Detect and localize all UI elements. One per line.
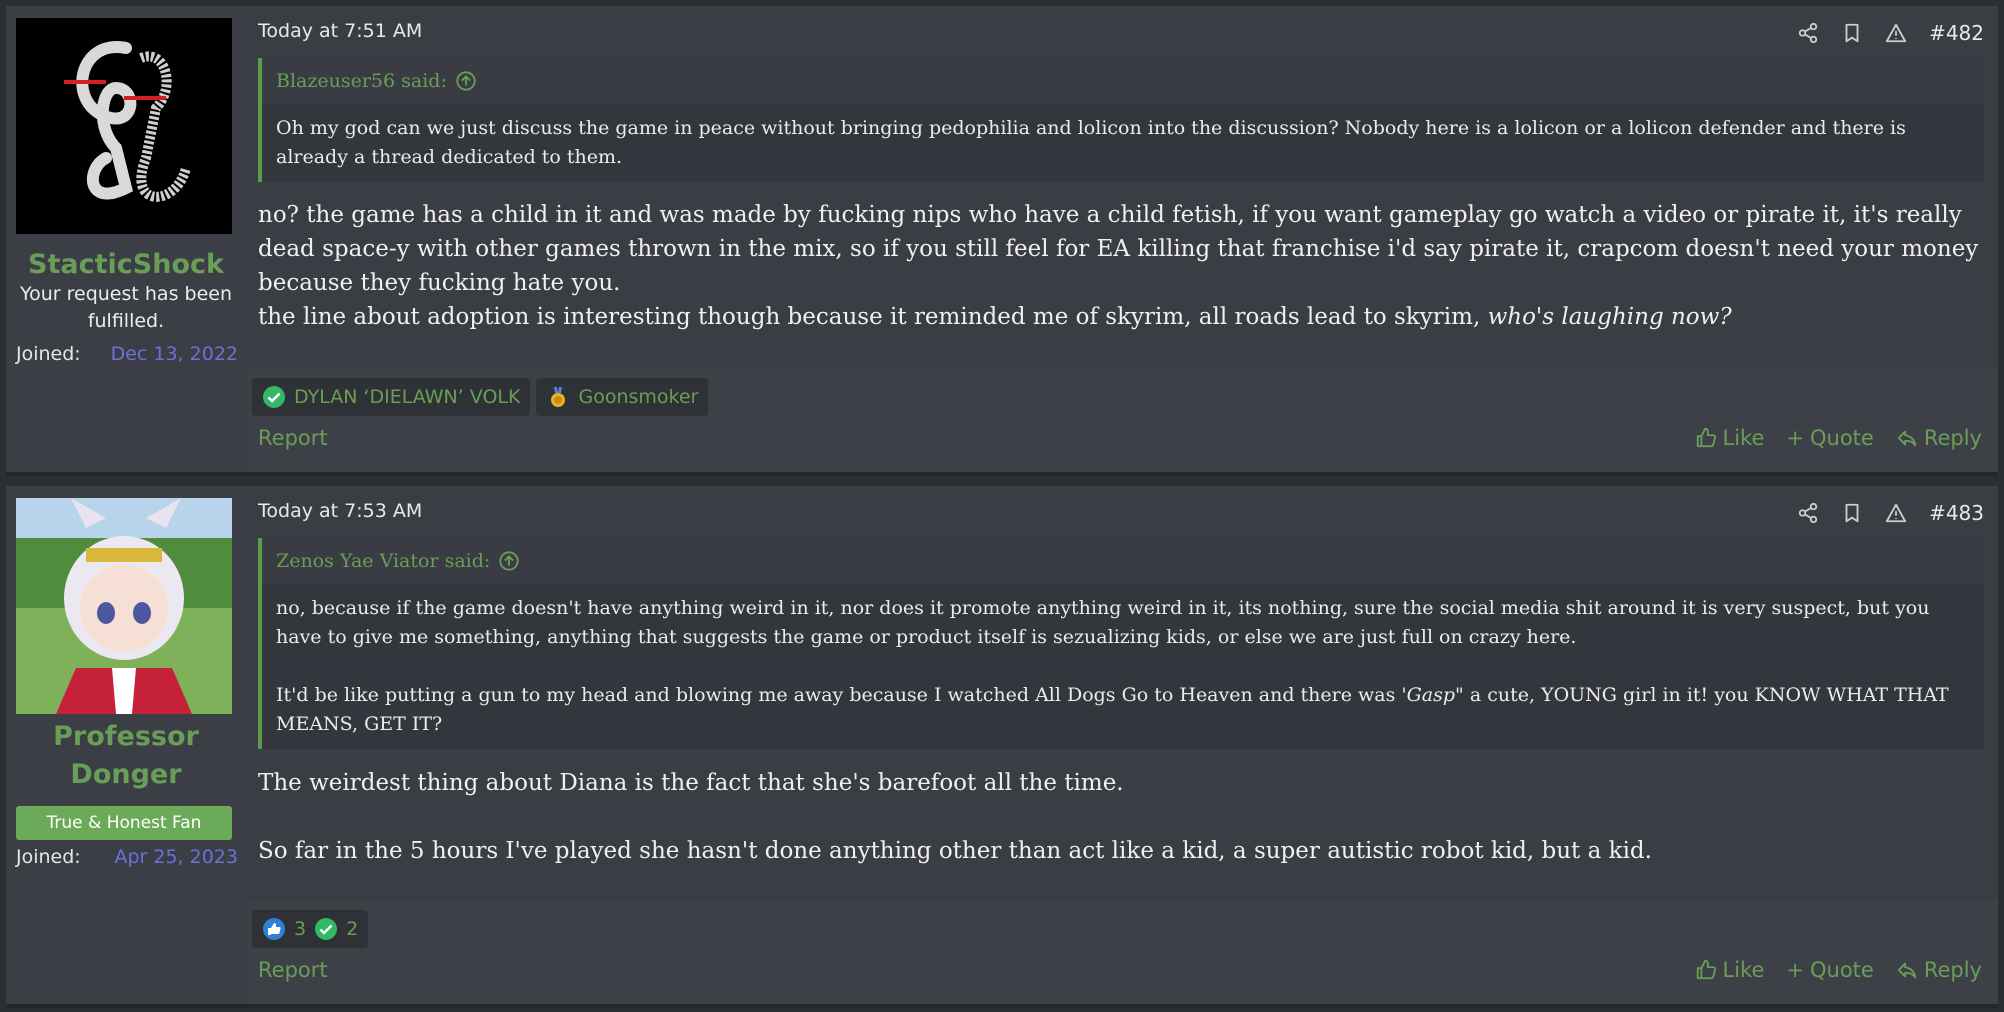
trophy-badge[interactable]: DYLAN ‘DIELAWN’ VOLK (252, 378, 531, 416)
user-banner: True & Honest Fan (16, 806, 232, 840)
joined-row: Joined: Apr 25, 2023 (16, 844, 238, 870)
like-button[interactable]: Like (1695, 958, 1765, 982)
avatar-image (16, 498, 232, 714)
report-warning-icon[interactable] (1885, 502, 1907, 524)
username[interactable]: StacticShock (6, 246, 246, 284)
trophy-list: DYLAN ‘DIELAWN’ VOLK Goonsmoker (252, 378, 709, 416)
trophy-label: Goonsmoker (578, 386, 699, 408)
jump-up-arrow-icon[interactable] (455, 70, 477, 92)
reaction-summary[interactable]: 3 2 (252, 910, 369, 948)
report-warning-icon[interactable] (1885, 22, 1907, 44)
message-paragraph: the line about adoption is interesting t… (258, 300, 1984, 334)
check-reaction-icon (315, 918, 338, 940)
reply-button[interactable]: Reply (1896, 958, 1982, 982)
reaction-count: 2 (346, 918, 359, 940)
quote-author: Zenos Yae Viator said: (276, 550, 491, 572)
message-body: no? the game has a child in it and was m… (258, 198, 1984, 334)
post-content: Today at 7:51 AM #482 Blazeuser56 said: … (246, 6, 1998, 472)
username-line: Professor (53, 721, 199, 752)
bookmark-icon[interactable] (1841, 22, 1863, 44)
message-text: the line about adoption is interesting t… (258, 304, 1481, 330)
thumbs-up-icon (1696, 959, 1716, 980)
quote-body: Oh my god can we just discuss the game i… (262, 104, 1984, 182)
post-meta-actions: #483 (1797, 496, 1984, 530)
post-483: Professor Donger True & Honest Fan Joine… (6, 486, 1998, 1008)
reply-label: Reply (1923, 426, 1982, 450)
post-content: Today at 7:53 AM #483 Zenos Yae Viator s… (246, 486, 1998, 1004)
post-timestamp[interactable]: Today at 7:51 AM (258, 20, 422, 42)
message-paragraph: no? the game has a child in it and was m… (258, 202, 1979, 296)
quote-block: Zenos Yae Viator said: no, because if th… (258, 538, 1984, 749)
bookmark-icon[interactable] (1841, 502, 1863, 524)
message-paragraph: So far in the 5 hours I've played she ha… (258, 838, 1652, 864)
post-meta-actions: #482 (1797, 16, 1984, 50)
username[interactable]: Professor Donger (6, 718, 246, 794)
reaction-count: 3 (294, 918, 307, 940)
quote-button[interactable]: + Quote (1786, 426, 1873, 450)
quote-button[interactable]: + Quote (1786, 958, 1873, 982)
thumbs-up-icon (1696, 427, 1716, 448)
avatar-image (16, 18, 232, 234)
post-number[interactable]: #483 (1929, 501, 1984, 525)
reaction-list: 3 2 (252, 910, 369, 948)
report-link[interactable]: Report (258, 958, 328, 982)
jump-up-arrow-icon[interactable] (498, 550, 520, 572)
trophy-label: DYLAN ‘DIELAWN’ VOLK (294, 386, 521, 408)
message-italic: who's laughing now? (1487, 304, 1732, 330)
quote-label: Quote (1809, 426, 1874, 450)
quote-label: Quote (1809, 958, 1874, 982)
user-title: Your request has been fulfilled. (20, 283, 232, 332)
quote-author: Blazeuser56 said: (276, 70, 447, 92)
avatar[interactable] (16, 498, 232, 714)
post-actions: Like + Quote Reply (1695, 426, 1982, 450)
quote-header[interactable]: Zenos Yae Viator said: (262, 538, 1984, 584)
joined-date: Dec 13, 2022 (110, 343, 238, 365)
post-footer: 3 2 Report Like + Quote Reply (246, 900, 1998, 1004)
trophy-badge[interactable]: Goonsmoker (536, 378, 709, 416)
post-482: StacticShock Your request has been fulfi… (6, 6, 1998, 476)
reply-button[interactable]: Reply (1896, 426, 1982, 450)
thumbs-up-reaction-icon (263, 918, 285, 940)
user-pane: StacticShock Your request has been fulfi… (6, 6, 246, 472)
username-line: Donger (70, 759, 182, 790)
quote-text: Oh my god can we just discuss the game i… (276, 117, 1906, 168)
post-number[interactable]: #482 (1929, 21, 1984, 45)
share-icon[interactable] (1797, 502, 1819, 524)
reply-arrow-icon (1897, 962, 1916, 979)
quote-text-part: It'd be like putting a gun to my head an… (276, 684, 1407, 706)
post-footer: DYLAN ‘DIELAWN’ VOLK Goonsmoker Report L… (246, 368, 1998, 472)
reply-label: Reply (1923, 958, 1982, 982)
joined-date: Apr 25, 2023 (114, 846, 238, 868)
message-paragraph: The weirdest thing about Diana is the fa… (258, 770, 1124, 796)
reply-arrow-icon (1897, 430, 1916, 447)
quote-header[interactable]: Blazeuser56 said: (262, 58, 1984, 104)
post-timestamp[interactable]: Today at 7:53 AM (258, 500, 422, 522)
joined-label: Joined: (16, 343, 81, 365)
like-button[interactable]: Like (1695, 426, 1765, 450)
quote-text: no, because if the game doesn't have any… (276, 597, 1930, 648)
like-label: Like (1722, 958, 1765, 982)
plus-icon: + (1786, 958, 1804, 982)
avatar[interactable] (16, 18, 232, 234)
report-link[interactable]: Report (258, 426, 328, 450)
user-pane: Professor Donger True & Honest Fan Joine… (6, 486, 246, 1004)
message-body: The weirdest thing about Diana is the fa… (258, 766, 1984, 868)
share-icon[interactable] (1797, 22, 1819, 44)
quote-text-italic: Gasp" (1406, 684, 1464, 706)
post-actions: Like + Quote Reply (1695, 958, 1982, 982)
quote-block: Blazeuser56 said: Oh my god can we just … (258, 58, 1984, 182)
joined-row: Joined: Dec 13, 2022 (16, 341, 238, 367)
like-label: Like (1722, 426, 1765, 450)
joined-label: Joined: (16, 846, 81, 868)
plus-icon: + (1786, 426, 1804, 450)
quote-body: no, because if the game doesn't have any… (262, 584, 1984, 749)
quote-text: It'd be like putting a gun to my head an… (276, 681, 1970, 739)
medal-icon (551, 387, 566, 407)
check-circle-icon (263, 386, 285, 408)
